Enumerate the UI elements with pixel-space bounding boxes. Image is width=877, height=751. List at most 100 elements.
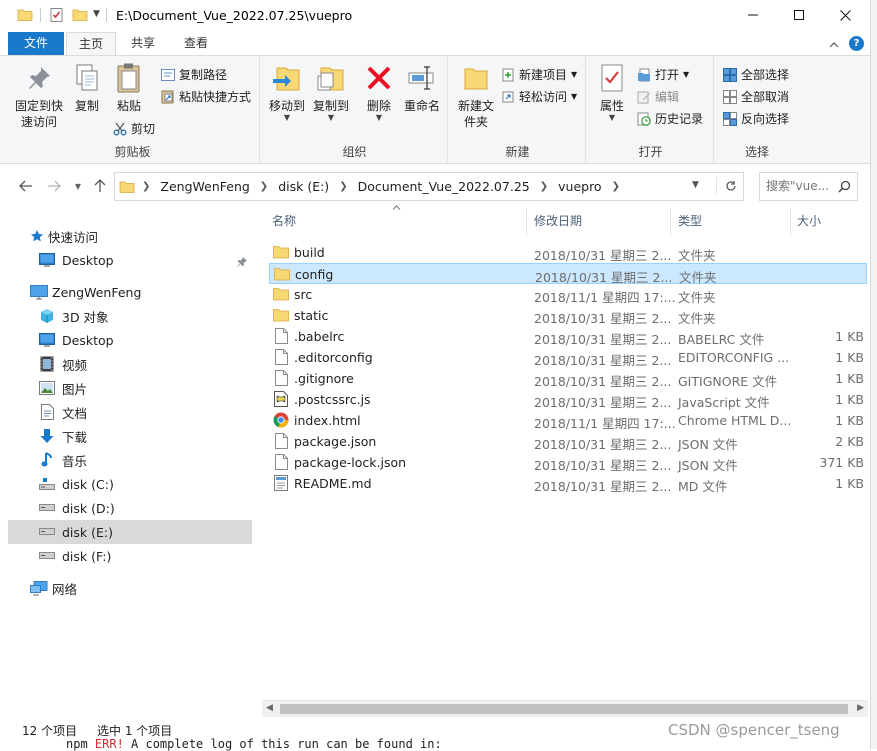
invert-selection-label: 反向选择 <box>741 112 790 126</box>
new-folder-button[interactable]: 新建文件夹 <box>454 62 498 130</box>
new-folder-quick-icon[interactable] <box>72 7 88 26</box>
nav-3d-objects[interactable]: 3D 对象 <box>38 304 282 328</box>
easy-access-button[interactable]: 轻松访问 ▼ <box>500 88 577 105</box>
move-to-button[interactable]: 移动到 ▼ <box>266 62 308 122</box>
pin-icon[interactable] <box>236 256 248 271</box>
nav-label: Desktop <box>62 332 114 348</box>
nav-desktop[interactable]: Desktop <box>38 328 282 352</box>
copy-button[interactable]: 复制 <box>68 62 106 114</box>
column-divider[interactable] <box>670 208 671 236</box>
tab-file[interactable]: 文件 <box>8 32 64 55</box>
rename-icon <box>406 62 438 94</box>
breadcrumb-chevron-icon[interactable]: ❯ <box>142 181 150 192</box>
tab-home[interactable]: 主页 <box>66 32 116 55</box>
select-all-button[interactable]: 全部选择 <box>722 66 789 83</box>
pin-quick-access-button[interactable]: 固定到快速访问 <box>12 62 66 130</box>
search-icon[interactable] <box>838 180 851 196</box>
nav-network[interactable]: 网络 <box>30 576 274 600</box>
file-size: 1 KB <box>835 329 864 344</box>
help-icon[interactable]: ? <box>849 36 864 51</box>
breadcrumb-vuepro[interactable]: vuepro <box>558 179 601 194</box>
column-divider[interactable] <box>790 208 791 236</box>
address-bar[interactable]: ❯ ZengWenFeng ❯ disk (E:) ❯ Document_Vue… <box>114 172 744 201</box>
file-row[interactable]: package-lock.json 2018/10/31 星期三 2... JSON… <box>269 452 867 473</box>
nav-disk-d[interactable]: disk (D:) <box>38 496 282 520</box>
close-button[interactable] <box>822 0 868 30</box>
nav-videos[interactable]: 视频 <box>38 352 282 376</box>
invert-selection-button[interactable]: 反向选择 <box>722 110 789 127</box>
search-input[interactable] <box>766 179 834 193</box>
nav-disk-f[interactable]: disk (F:) <box>38 544 282 568</box>
copy-to-button[interactable]: 复制到 ▼ <box>310 62 352 122</box>
maximize-button[interactable] <box>776 0 822 30</box>
paste-shortcut-button[interactable]: 粘贴快捷方式 <box>160 88 251 105</box>
breadcrumb-chevron-icon[interactable]: ❯ <box>260 181 268 192</box>
breadcrumb-chevron-icon[interactable]: ❯ <box>612 181 620 192</box>
file-row[interactable]: .editorconfig 2018/10/31 星期三 2... EDITORCO… <box>269 347 867 368</box>
nav-disk-c[interactable]: disk (C:) <box>38 472 282 496</box>
navigation-row: ▼ ❯ ZengWenFeng ❯ disk (E:) ❯ Document_V… <box>0 170 870 202</box>
file-row[interactable]: .gitignore 2018/10/31 星期三 2... GITIGNORE 文… <box>269 368 867 389</box>
nav-documents[interactable]: 文档 <box>38 400 282 424</box>
column-header-size[interactable]: 大小 <box>797 212 821 232</box>
copy-path-button[interactable]: 复制路径 <box>160 66 227 83</box>
nav-label: disk (C:) <box>62 476 114 492</box>
file-row[interactable]: build 2018/10/31 星期三 2... 文件夹 <box>269 242 867 263</box>
nav-this-pc[interactable]: ZengWenFeng <box>30 280 274 304</box>
forward-button[interactable] <box>44 176 64 196</box>
scrollbar-thumb[interactable] <box>280 704 848 714</box>
properties-button[interactable]: 属性 ▼ <box>592 62 632 122</box>
file-row[interactable]: src 2018/11/1 星期四 17:... 文件夹 <box>269 284 867 305</box>
nav-label: Desktop <box>62 252 114 268</box>
address-dropdown-icon[interactable]: ▼ <box>692 180 699 190</box>
delete-button[interactable]: 删除 ▼ <box>362 62 396 122</box>
file-row[interactable]: static 2018/10/31 星期三 2... 文件夹 <box>269 305 867 326</box>
cut-label: 剪切 <box>131 122 156 136</box>
select-none-button[interactable]: 全部取消 <box>722 88 789 105</box>
paste-button[interactable]: 粘贴 <box>110 62 148 114</box>
horizontal-scrollbar[interactable]: ◀ ▶ <box>262 700 868 717</box>
folder-icon <box>17 7 33 26</box>
scroll-right-icon[interactable]: ▶ <box>857 703 864 713</box>
file-row[interactable]: .babelrc 2018/10/31 星期三 2... BABELRC 文件 1 K… <box>269 326 867 347</box>
rename-button[interactable]: 重命名 <box>400 62 444 114</box>
breadcrumb-document-folder[interactable]: Document_Vue_2022.07.25 <box>358 179 530 194</box>
recent-locations-button[interactable]: ▼ <box>68 176 88 196</box>
properties-quick-icon[interactable] <box>49 7 65 26</box>
edit-button[interactable]: 编辑 <box>636 88 679 105</box>
back-button[interactable] <box>16 176 36 196</box>
folder-icon <box>273 244 289 260</box>
tab-view[interactable]: 查看 <box>170 32 222 55</box>
refresh-button[interactable] <box>716 177 744 195</box>
collapse-ribbon-icon[interactable] <box>829 37 839 51</box>
minimize-button[interactable] <box>730 0 776 30</box>
file-row[interactable]: config 2018/10/31 星期三 2... 文件夹 <box>269 263 867 285</box>
cut-button[interactable]: 剪切 <box>112 120 155 137</box>
open-button[interactable]: 打开 ▼ <box>636 66 689 83</box>
breadcrumb-this-pc[interactable]: ZengWenFeng <box>160 179 249 194</box>
nav-pictures[interactable]: 图片 <box>38 376 282 400</box>
search-box[interactable] <box>759 172 858 201</box>
new-item-button[interactable]: 新建项目 ▼ <box>500 66 577 83</box>
column-divider[interactable] <box>526 208 527 236</box>
file-row[interactable]: package.json 2018/10/31 星期三 2... JSON 文件 2 … <box>269 431 867 452</box>
file-row[interactable]: index.html 2018/11/1 星期四 17:... Chrome HTM… <box>269 410 867 431</box>
nav-quick-access[interactable]: 快速访问 <box>30 224 274 248</box>
breadcrumb-chevron-icon[interactable]: ❯ <box>339 181 347 192</box>
file-row[interactable]: .postcssrc.js 2018/10/31 星期三 2... JavaScri… <box>269 389 867 410</box>
history-button[interactable]: 历史记录 <box>636 110 703 127</box>
delete-label: 删除 <box>366 99 391 113</box>
column-header-type[interactable]: 类型 <box>678 212 702 232</box>
nav-disk-e[interactable]: disk (E:) <box>8 520 252 544</box>
breadcrumb-chevron-icon[interactable]: ❯ <box>540 181 548 192</box>
file-row[interactable]: README.md 2018/10/31 星期三 2... MD 文件 1 KB <box>269 473 867 494</box>
column-header-date[interactable]: 修改日期 <box>534 212 582 232</box>
column-header-name[interactable]: 名称 <box>272 212 296 232</box>
breadcrumb-disk-e[interactable]: disk (E:) <box>278 179 329 194</box>
nav-downloads[interactable]: 下载 <box>38 424 282 448</box>
customize-quick-access-icon[interactable]: ▼ <box>93 9 100 19</box>
nav-music[interactable]: 音乐 <box>38 448 282 472</box>
up-button[interactable] <box>90 176 110 196</box>
scroll-left-icon[interactable]: ◀ <box>266 703 273 713</box>
tab-share[interactable]: 共享 <box>118 32 168 55</box>
